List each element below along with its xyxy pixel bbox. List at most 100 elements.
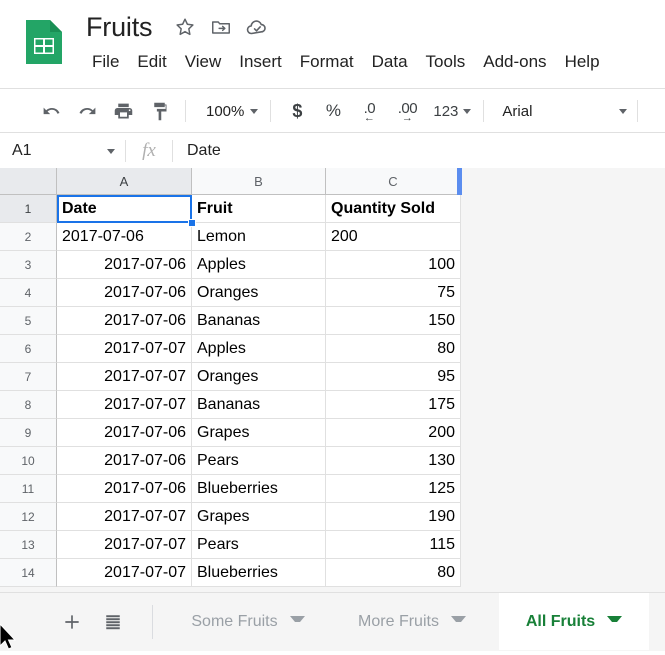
cell-B13[interactable]: Pears	[192, 531, 326, 559]
chevron-down-icon[interactable]	[289, 616, 305, 627]
menu-item-data[interactable]: Data	[363, 51, 417, 72]
increase-decimal-button[interactable]: .00 →	[390, 96, 424, 126]
cell-C7[interactable]: 95	[326, 363, 461, 391]
row-header-5[interactable]: 5	[0, 307, 57, 335]
cell-B8[interactable]: Bananas	[192, 391, 326, 419]
print-icon[interactable]	[108, 96, 138, 126]
page-title[interactable]: Fruits	[86, 13, 170, 41]
cell-B11[interactable]: Blueberries	[192, 475, 326, 503]
cell-C4[interactable]: 75	[326, 279, 461, 307]
column-header-a[interactable]: A	[57, 168, 192, 195]
cloud-saved-icon[interactable]	[242, 12, 272, 42]
cell-A4[interactable]: 2017-07-06	[57, 279, 192, 307]
cell-C10[interactable]: 130	[326, 447, 461, 475]
toolbar-divider-1	[185, 100, 186, 122]
undo-icon[interactable]	[36, 96, 66, 126]
cell-B14[interactable]: Blueberries	[192, 559, 326, 587]
more-formats-button[interactable]: 123	[429, 98, 475, 124]
cell-C11[interactable]: 125	[326, 475, 461, 503]
function-icon[interactable]: fx	[126, 134, 172, 168]
redo-icon[interactable]	[72, 96, 102, 126]
star-icon[interactable]	[170, 12, 200, 42]
cell-C5[interactable]: 150	[326, 307, 461, 335]
percent-format-button[interactable]: %	[318, 96, 348, 126]
table-row: 2017-07-07 Grapes 190	[57, 503, 461, 531]
cell-B7[interactable]: Oranges	[192, 363, 326, 391]
cell-A7[interactable]: 2017-07-07	[57, 363, 192, 391]
cell-A1[interactable]: Date	[57, 195, 192, 223]
menu-item-file[interactable]: File	[88, 51, 128, 72]
name-box[interactable]: A1	[0, 134, 125, 168]
menu-item-view[interactable]: View	[176, 51, 231, 72]
menu-item-insert[interactable]: Insert	[230, 51, 291, 72]
cell-C9[interactable]: 200	[326, 419, 461, 447]
decrease-decimal-button[interactable]: .0 ←	[354, 96, 384, 126]
cell-A3[interactable]: 2017-07-06	[57, 251, 192, 279]
menu-item-edit[interactable]: Edit	[128, 51, 175, 72]
cell-C13[interactable]: 115	[326, 531, 461, 559]
menu-item-tools[interactable]: Tools	[417, 51, 475, 72]
cell-C14[interactable]: 80	[326, 559, 461, 587]
all-sheets-menu-icon[interactable]	[98, 607, 128, 637]
cell-A14[interactable]: 2017-07-07	[57, 559, 192, 587]
cell-A13[interactable]: 2017-07-07	[57, 531, 192, 559]
cell-C3[interactable]: 100	[326, 251, 461, 279]
row-header-3[interactable]: 3	[0, 251, 57, 279]
cell-C1[interactable]: Quantity Sold	[326, 195, 461, 223]
row-header-8[interactable]: 8	[0, 391, 57, 419]
row-header-4[interactable]: 4	[0, 279, 57, 307]
column-header-b[interactable]: B	[192, 168, 326, 195]
cell-B5[interactable]: Bananas	[192, 307, 326, 335]
sheet-tab-all-fruits[interactable]: All Fruits	[499, 593, 649, 650]
cell-A9[interactable]: 2017-07-06	[57, 419, 192, 447]
column-header-c[interactable]: C	[326, 168, 461, 195]
row-header-14[interactable]: 14	[0, 559, 57, 587]
add-sheet-button[interactable]	[57, 607, 87, 637]
cell-A8[interactable]: 2017-07-07	[57, 391, 192, 419]
cell-B2[interactable]: Lemon	[192, 223, 326, 251]
cell-B1[interactable]: Fruit	[192, 195, 326, 223]
cell-B10[interactable]: Pears	[192, 447, 326, 475]
cell-B4[interactable]: Oranges	[192, 279, 326, 307]
row-header-label: 7	[24, 369, 32, 384]
row-header-12[interactable]: 12	[0, 503, 57, 531]
cell-A10[interactable]: 2017-07-06	[57, 447, 192, 475]
row-header-1[interactable]: 1	[0, 195, 57, 223]
chevron-down-icon[interactable]	[607, 616, 623, 627]
cell-A5[interactable]: 2017-07-06	[57, 307, 192, 335]
row-header-2[interactable]: 2	[0, 223, 57, 251]
cell-C6[interactable]: 80	[326, 335, 461, 363]
menu-item-format[interactable]: Format	[291, 51, 363, 72]
row-header-6[interactable]: 6	[0, 335, 57, 363]
sheet-tab-more-fruits[interactable]: More Fruits	[325, 593, 499, 650]
cell-B6[interactable]: Apples	[192, 335, 326, 363]
row-header-9[interactable]: 9	[0, 419, 57, 447]
row-header-11[interactable]: 11	[0, 475, 57, 503]
cell-A12[interactable]: 2017-07-07	[57, 503, 192, 531]
menu-item-help[interactable]: Help	[556, 51, 609, 72]
cell-C8[interactable]: 175	[326, 391, 461, 419]
cell-A6[interactable]: 2017-07-07	[57, 335, 192, 363]
currency-format-button[interactable]: $	[282, 96, 312, 126]
cell-B9[interactable]: Grapes	[192, 419, 326, 447]
paint-format-icon[interactable]	[144, 96, 174, 126]
cell-A11[interactable]: 2017-07-06	[57, 475, 192, 503]
row-header-7[interactable]: 7	[0, 363, 57, 391]
cell-A2[interactable]: 2017-07-06	[57, 223, 192, 251]
zoom-control[interactable]: 100%	[194, 98, 262, 124]
chevron-down-icon[interactable]	[450, 616, 466, 627]
cell-B3[interactable]: Apples	[192, 251, 326, 279]
row-header-13[interactable]: 13	[0, 531, 57, 559]
font-family-select[interactable]: Arial	[492, 98, 628, 124]
sheets-logo-icon[interactable]	[22, 16, 66, 68]
column-resize-indicator[interactable]	[457, 168, 462, 195]
move-to-folder-icon[interactable]	[206, 12, 236, 42]
sheet-tab-some-fruits[interactable]: Some Fruits	[153, 593, 343, 650]
cell-C2[interactable]: 200	[326, 223, 461, 251]
row-header-10[interactable]: 10	[0, 447, 57, 475]
menu-item-add-ons[interactable]: Add-ons	[474, 51, 555, 72]
formula-input[interactable]: Date	[173, 142, 665, 160]
cell-C12[interactable]: 190	[326, 503, 461, 531]
cell-B12[interactable]: Grapes	[192, 503, 326, 531]
select-all-corner[interactable]	[0, 168, 57, 195]
